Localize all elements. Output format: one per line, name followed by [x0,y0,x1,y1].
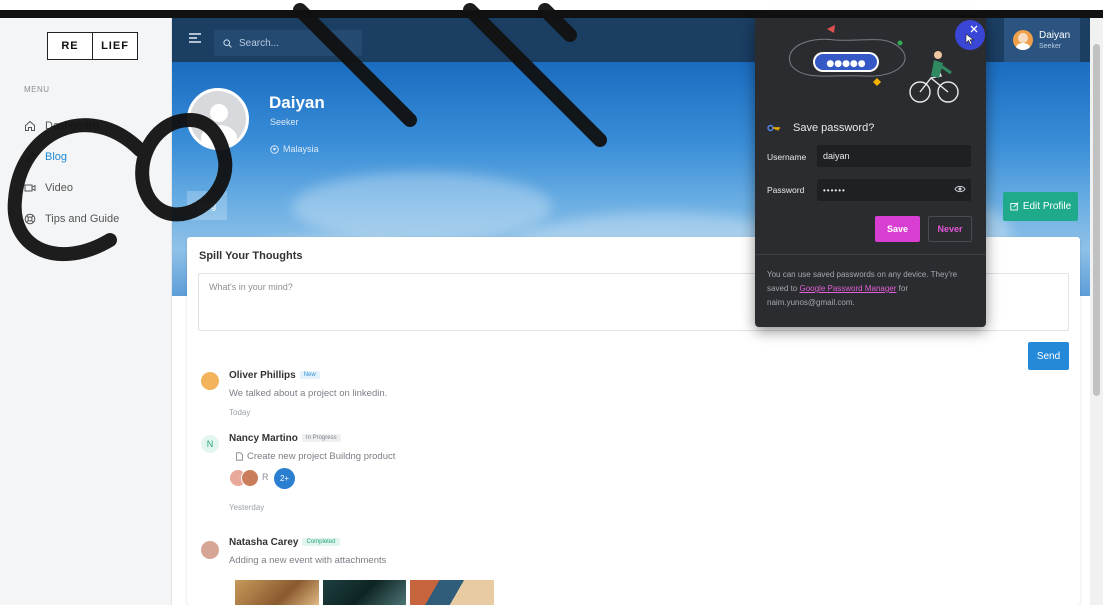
sidebar-item-label: Tips and Guide [45,212,120,225]
list-item: Natasha Carey Completed Adding a new even… [201,535,601,605]
sidebar-item-label: Blog [45,150,68,163]
search-icon [223,38,232,48]
feed-time: Today [229,408,251,417]
list-item: N Nancy Martino In Progress Create new pr… [201,430,601,515]
avatar [201,541,219,559]
divider [755,254,986,255]
key-icon [767,124,780,132]
feed-time: Yesterday [229,503,265,512]
password-dots: ●●●●● [826,59,865,69]
edit-profile-button[interactable]: Edit Profile [1003,192,1078,221]
feed-author: Nancy Martino In Progress [229,433,341,444]
sidebar-nav: Dashboard Blog Video Tips and Guide [24,110,172,234]
video-icon [24,184,36,191]
dialog-title: Save password? [767,122,874,134]
sidebar-item-video[interactable]: Video [24,172,172,203]
feed-text: We talked about a project on linkedin. [229,388,388,399]
password-illustration: ●●●●● [788,25,959,103]
home-icon [25,120,35,131]
status-badge: New [299,371,320,380]
feed-text: Create new project Buildng product [235,451,395,462]
attachment-thumbnail[interactable] [410,580,494,605]
profile-name: Daiyan [269,93,325,112]
location-label: Malaysia [283,144,319,154]
attachment-thumbnail[interactable] [235,580,319,605]
sidebar-item-blog[interactable]: Blog [24,141,172,172]
user-name: Daiyan [1039,29,1071,41]
sidebar: RE LIEF MENU Dashboard Blog Video Tips a… [0,18,172,605]
avatar-more-count[interactable]: 2+ [274,468,295,489]
logo-right-text: LIEF [92,33,137,59]
user-role: Seeker [1039,42,1062,50]
list-item: Oliver Phillips New We talked about a pro… [201,368,601,423]
avatar-letter: R [262,472,269,482]
menu-heading: MENU [24,85,50,94]
app-logo[interactable]: RE LIEF [47,32,138,60]
dialog-footer-text: You can use saved passwords on any devic… [767,270,958,307]
never-button[interactable]: Never [928,216,972,242]
window-top-bar [0,10,1103,18]
pen-icon [25,151,35,162]
profile-location: Malaysia [270,144,319,154]
scrollbar-thumb[interactable] [1093,44,1100,396]
menu-toggle-icon[interactable] [188,31,202,45]
profile-role: Seeker [270,117,299,127]
page-scrollbar[interactable] [1090,18,1103,605]
show-password-icon[interactable] [954,183,966,195]
file-icon [236,452,243,461]
password-label: Password [767,185,805,195]
search-box [214,30,362,56]
status-badge: In Progress [301,434,341,443]
sidebar-item-label: Dashboard [45,119,99,132]
feed-author: Natasha Carey Completed [229,537,340,548]
logo-left-text: RE [61,40,79,52]
location-pin-icon [270,144,279,154]
edit-profile-label: Edit Profile [1022,201,1072,212]
password-field[interactable]: •••••• [817,179,971,201]
composer-title: Spill Your Thoughts [199,250,303,262]
password-manager-link[interactable]: Google Password Manager [799,284,896,293]
edit-icon [1010,202,1019,211]
avatar [241,469,259,487]
sidebar-item-dashboard[interactable]: Dashboard [24,110,172,141]
username-label: Username [767,152,807,162]
search-input[interactable] [239,37,349,49]
avatar-group: R 2+ [229,468,309,490]
feed-author: Oliver Phillips New [229,370,320,381]
avatar: N [201,435,219,453]
dialog-title-text: Save password? [793,122,875,134]
tab-blog[interactable]: Blog [187,191,227,220]
user-menu[interactable]: Daiyan Seeker [1004,18,1080,62]
avatar [201,372,219,390]
avatar [1013,30,1033,50]
save-password-dialog: ●●●●● Save password? Username Password •… [755,18,986,327]
save-password-button[interactable]: Save [875,216,920,242]
lifebuoy-icon [24,213,36,224]
feed-text: Adding a new event with attachments [229,555,387,566]
status-badge: Completed [302,538,340,547]
username-field[interactable] [817,145,971,167]
send-button[interactable]: Send [1028,342,1069,370]
sidebar-item-tips-and-guide[interactable]: Tips and Guide [24,203,172,234]
cloud-decoration [292,172,552,242]
close-icon [965,25,978,45]
profile-avatar [187,88,249,150]
sidebar-item-label: Video [45,181,73,194]
close-button[interactable] [955,20,985,50]
attachment-thumbnail[interactable] [323,580,406,605]
